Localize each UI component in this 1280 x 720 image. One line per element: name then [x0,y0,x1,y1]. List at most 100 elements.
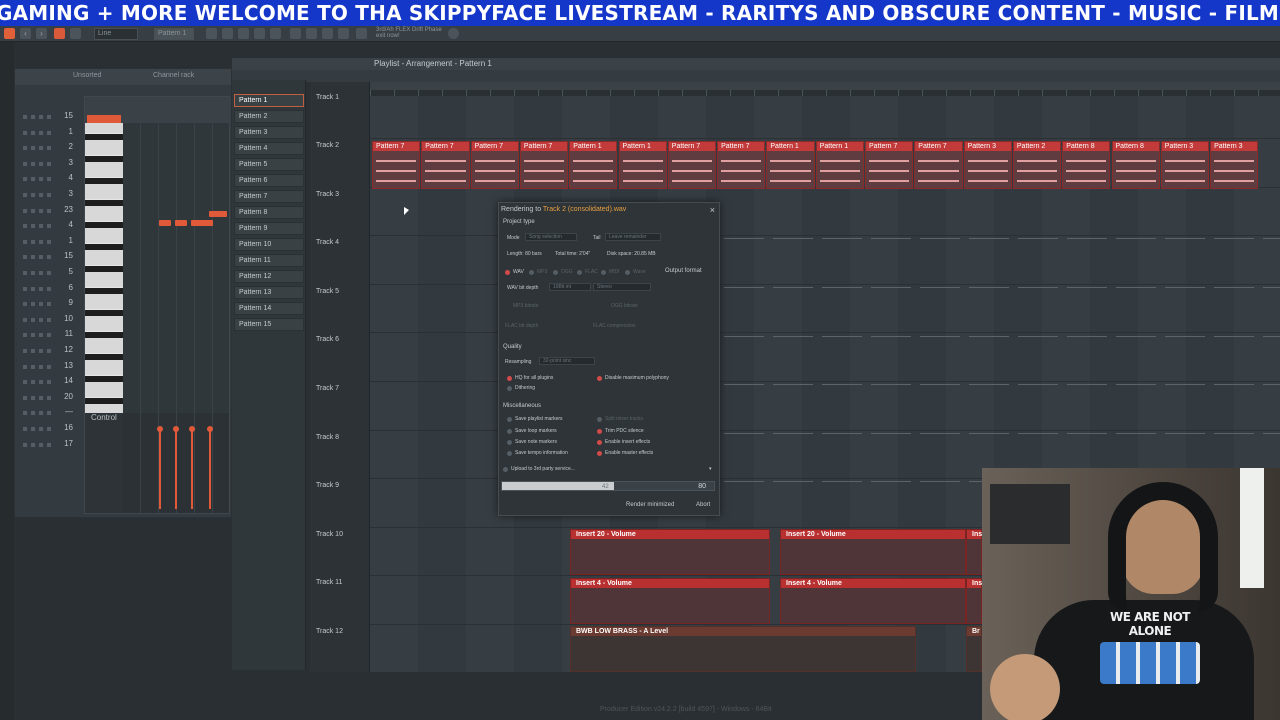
clip-placeholder[interactable] [773,336,813,342]
note[interactable] [191,220,213,226]
clip-placeholder[interactable] [969,336,1009,342]
velocity-bar[interactable] [173,426,179,509]
forward-icon[interactable]: › [36,28,47,39]
channel-row[interactable]: 20 [21,392,87,406]
channels-select[interactable]: Stereo [593,283,651,291]
mode-select[interactable]: Song selection [525,233,577,241]
clip-placeholder[interactable] [773,238,813,244]
pattern-item[interactable]: Pattern 9 [234,222,304,235]
clip-placeholder[interactable] [822,481,862,487]
mute-solo-buttons[interactable] [23,302,53,307]
channel-rack-icon[interactable] [238,28,249,39]
channel-row[interactable]: 15 [21,251,87,265]
abort-button[interactable]: Abort [693,501,713,509]
mixer-track-number[interactable]: 6 [59,283,73,292]
pattern-item[interactable]: Pattern 11 [234,254,304,267]
mixer-track-number[interactable]: 13 [59,361,73,370]
mixer-track-number[interactable]: 2 [59,142,73,151]
mixer-track-number[interactable]: 3 [59,189,73,198]
trim-pdc-silence-checkbox[interactable]: Trim PDC silence [597,428,644,434]
channel-row[interactable]: 3 [21,158,87,172]
mute-solo-buttons[interactable] [23,442,53,447]
mixer-track-number[interactable]: 3 [59,158,73,167]
pattern-item[interactable]: Pattern 12 [234,270,304,283]
control-label[interactable]: Control [91,413,117,422]
clip-placeholder[interactable] [871,384,911,390]
clip-placeholder[interactable] [920,287,960,293]
pattern-clip[interactable]: Pattern 2 [1012,141,1062,189]
track-header[interactable]: Track 9 [316,482,339,489]
format-radio[interactable]: MP3 [529,269,547,275]
mixer-track-number[interactable]: 12 [59,345,73,354]
mute-solo-buttons[interactable] [23,364,53,369]
channel-row[interactable]: — [21,407,87,421]
track-header[interactable]: Track 10 [316,531,343,538]
format-radio[interactable]: MIDI [601,269,620,275]
save-tempo-info-checkbox[interactable]: Save tempo information [507,450,568,456]
clip-placeholder[interactable] [1116,384,1156,390]
clip-placeholder[interactable] [1116,287,1156,293]
channel-row[interactable]: 4 [21,220,87,234]
playlist-icon[interactable] [206,28,217,39]
format-radio[interactable]: Wave [625,269,646,275]
mixer-track-number[interactable]: 1 [59,127,73,136]
automation-clip[interactable]: Insert 20 - Volume [780,529,966,575]
clip-placeholder[interactable] [920,481,960,487]
mute-solo-buttons[interactable] [23,286,53,291]
clip-placeholder[interactable] [1018,433,1058,439]
pattern-clip[interactable]: Pattern 7 [372,141,421,189]
save-note-markers-checkbox[interactable]: Save note markers [507,439,557,445]
pattern-item[interactable]: Pattern 13 [234,286,304,299]
clip-placeholder[interactable] [1214,433,1254,439]
clip-placeholder[interactable] [1263,433,1280,439]
clip-placeholder[interactable] [871,238,911,244]
channel-rack-header[interactable]: Unsorted Channel rack [15,69,231,85]
clip-placeholder[interactable] [1067,384,1107,390]
clip-placeholder[interactable] [822,336,862,342]
pattern-clip[interactable]: Pattern 7 [717,141,766,189]
channel-row[interactable]: 13 [21,361,87,375]
clip-placeholder[interactable] [1165,433,1205,439]
channel-row[interactable]: 2 [21,142,87,156]
channel-row[interactable]: 3 [21,189,87,203]
track-header[interactable]: Track 4 [316,239,339,246]
channel-row[interactable]: 15 [21,111,87,125]
clip-placeholder[interactable] [822,433,862,439]
pattern-item[interactable]: Pattern 5 [234,158,304,171]
close-icon[interactable]: × [710,205,715,215]
automation-clip[interactable]: BWB LOW BRASS - A Level [570,626,916,672]
clip-placeholder[interactable] [1067,433,1107,439]
channel-row[interactable]: 4 [21,173,87,187]
pattern-clip[interactable]: Pattern 7 [519,141,569,189]
record-icon[interactable] [306,28,317,39]
mute-solo-buttons[interactable] [23,427,53,431]
velocity-bar[interactable] [157,426,163,509]
pattern-item[interactable]: Pattern 7 [234,190,304,203]
clip-placeholder[interactable] [969,384,1009,390]
mixer-track-number[interactable]: 20 [59,392,73,401]
clip-placeholder[interactable] [1165,336,1205,342]
track-header[interactable]: Track 6 [316,336,339,343]
clip-placeholder[interactable] [871,336,911,342]
pattern-clip[interactable]: Pattern 7 [914,141,963,189]
stamp-icon[interactable] [70,28,81,39]
mute-solo-buttons[interactable] [23,333,53,338]
pattern-item[interactable]: Pattern 15 [234,318,304,331]
clip-placeholder[interactable] [1018,287,1058,293]
pattern-item[interactable]: Pattern 2 [234,110,304,123]
clip-placeholder[interactable] [920,384,960,390]
clip-placeholder[interactable] [871,481,911,487]
save-loop-markers-checkbox[interactable]: Save loop markers [507,428,557,434]
track-header[interactable]: Track 11 [316,579,342,586]
clip-placeholder[interactable] [724,384,764,390]
clip-placeholder[interactable] [724,238,764,244]
mute-solo-buttons[interactable] [23,115,53,119]
clip-placeholder[interactable] [1018,238,1058,244]
mixer-icon[interactable] [254,28,265,39]
mixer-track-number[interactable]: 16 [59,423,73,432]
clip-placeholder[interactable] [871,433,911,439]
mute-solo-buttons[interactable] [23,239,53,244]
automation-clip[interactable]: Insert 4 - Volume [570,578,770,624]
mixer-track-number[interactable]: 14 [59,376,73,385]
enable-master-effects-checkbox[interactable]: Enable master effects [597,450,653,456]
